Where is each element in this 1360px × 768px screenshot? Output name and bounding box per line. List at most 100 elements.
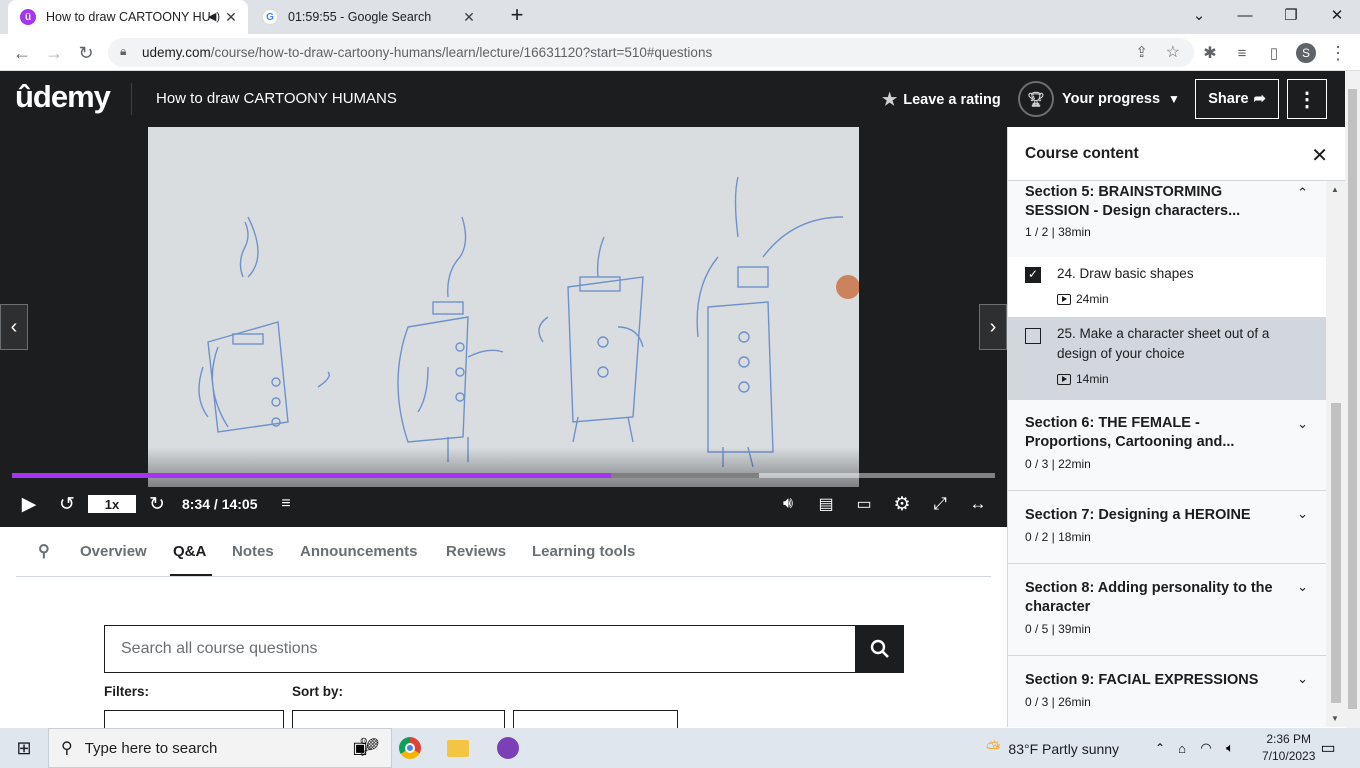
restore-button[interactable]: ❐ bbox=[1268, 0, 1314, 30]
video-icon bbox=[1057, 373, 1071, 385]
video-frame[interactable] bbox=[148, 127, 860, 487]
video-player[interactable]: ‹ › ▶ ↺ 1x ↻ 8:34 / 14:05 ≡ 🔊︎ ▤ ▭ ⚙ ⤢ ↔ bbox=[0, 127, 1007, 527]
scroll-up-icon[interactable]: ▲ bbox=[1331, 185, 1339, 194]
windows-start-icon[interactable]: ⊞ bbox=[12, 736, 36, 760]
sort-label: Sort by: bbox=[292, 684, 344, 699]
add-note-icon[interactable]: ≡ bbox=[274, 492, 298, 516]
udemy-favicon-icon: ü bbox=[20, 9, 36, 25]
lesson-item[interactable]: ✓ 24. Draw basic shapes 24min bbox=[1008, 257, 1326, 317]
search-icon[interactable]: ⚲ bbox=[38, 541, 50, 561]
section-meta: 0 / 2 | 18min bbox=[1025, 530, 1091, 544]
notifications-icon[interactable]: ▭ bbox=[1316, 736, 1340, 760]
course-header: ûdemy How to draw CARTOONY HUMANS ★ Leav… bbox=[0, 71, 1345, 127]
task-view-icon[interactable]: ▣ bbox=[348, 736, 372, 760]
section-5[interactable]: Section 5: BRAINSTORMING SESSION - Desig… bbox=[1008, 181, 1326, 257]
more-options-button[interactable]: ⋮ bbox=[1287, 79, 1327, 119]
chevron-down-icon[interactable]: ⌄ bbox=[1297, 416, 1308, 432]
taskbar-search[interactable]: ⚲ Type here to search 🎾︎ bbox=[48, 728, 392, 768]
minimize-button[interactable]: — bbox=[1222, 0, 1268, 30]
qa-search-form: Search all course questions bbox=[104, 625, 904, 673]
tab-learning-tools[interactable]: Learning tools bbox=[532, 543, 635, 560]
share-page-icon[interactable]: ⇪ bbox=[1135, 43, 1148, 61]
side-panel-icon[interactable]: ▯ bbox=[1260, 39, 1288, 67]
section-6[interactable]: Section 6: THE FEMALE - Proportions, Car… bbox=[1008, 399, 1326, 491]
qa-search-input[interactable]: Search all course questions bbox=[104, 625, 856, 673]
new-tab-button[interactable]: + bbox=[494, 0, 540, 30]
play-icon[interactable]: ▶ bbox=[18, 492, 40, 516]
tab-announcements[interactable]: Announcements bbox=[300, 543, 418, 560]
audio-playing-icon[interactable]: ◀) bbox=[208, 10, 220, 23]
chevron-down-icon[interactable]: ⌄ bbox=[1297, 506, 1308, 522]
player-controls: ▶ ↺ 1x ↻ 8:34 / 14:05 ≡ 🔊︎ ▤ ▭ ⚙ ⤢ ↔ bbox=[0, 487, 1007, 521]
file-explorer-icon[interactable] bbox=[446, 736, 470, 760]
your-progress-button[interactable]: 🏆︎ Your progress ▼ bbox=[1018, 81, 1180, 117]
qa-search-button[interactable] bbox=[856, 625, 904, 673]
section-title: Section 5: BRAINSTORMING SESSION - Desig… bbox=[1025, 184, 1241, 219]
close-icon[interactable]: ✕ bbox=[1311, 143, 1328, 168]
chevron-up-icon[interactable]: ⌃ bbox=[1297, 185, 1308, 201]
share-arrow-icon: ➦ bbox=[1253, 91, 1266, 107]
section-9[interactable]: Section 9: FACIAL EXPRESSIONS 0 / 3 | 26… bbox=[1008, 656, 1326, 727]
tab-notes[interactable]: Notes bbox=[232, 543, 274, 560]
sidebar-scrollbar[interactable]: ▲ ▼ bbox=[1326, 181, 1345, 727]
course-title[interactable]: How to draw CARTOONY HUMANS bbox=[156, 90, 397, 107]
settings-gear-icon[interactable]: ⚙ bbox=[890, 492, 914, 516]
close-tab-icon[interactable]: ✕ bbox=[460, 8, 478, 26]
browser-tab-google[interactable]: G 01:59:55 - Google Search ✕ bbox=[250, 0, 486, 34]
section-8[interactable]: Section 8: Adding personality to the cha… bbox=[1008, 564, 1326, 656]
chevron-down-icon[interactable]: ⌄ bbox=[1297, 671, 1308, 687]
lesson-item-current[interactable]: 25. Make a character sheet out of a desi… bbox=[1008, 317, 1326, 399]
google-favicon-icon: G bbox=[262, 9, 278, 25]
next-lecture-button[interactable]: › bbox=[979, 304, 1007, 350]
system-clock[interactable]: 2:36 PM 7/10/2023 bbox=[1262, 731, 1315, 765]
network-icon[interactable]: ⌂ bbox=[1170, 736, 1194, 760]
github-desktop-icon[interactable] bbox=[496, 736, 520, 760]
fullscreen-icon[interactable]: ⤢ bbox=[928, 492, 952, 516]
reload-button[interactable]: ↻ bbox=[72, 39, 100, 67]
reading-list-icon[interactable]: ≡ bbox=[1228, 39, 1256, 67]
seek-bar[interactable] bbox=[12, 473, 995, 478]
video-icon bbox=[1057, 293, 1071, 305]
tab-reviews[interactable]: Reviews bbox=[446, 543, 506, 560]
wifi-icon[interactable]: ◠ bbox=[1194, 736, 1218, 760]
captions-icon[interactable]: ▭ bbox=[852, 492, 876, 516]
close-window-button[interactable]: ✕ bbox=[1314, 0, 1360, 30]
browser-tab-strip: ü How to draw CARTOONY HU ◀) ✕ G 01:59:5… bbox=[0, 0, 1360, 34]
sidebar-scrollbar-thumb[interactable] bbox=[1331, 403, 1341, 703]
extensions-icon[interactable]: ✱ bbox=[1196, 39, 1224, 67]
page-scrollbar-thumb[interactable] bbox=[1348, 89, 1357, 709]
section-7[interactable]: Section 7: Designing a HEROINE 0 / 2 | 1… bbox=[1008, 491, 1326, 564]
search-icon bbox=[870, 639, 889, 658]
bookmark-star-icon[interactable]: ☆ bbox=[1166, 42, 1180, 62]
close-tab-icon[interactable]: ✕ bbox=[222, 8, 240, 26]
browser-tab-udemy[interactable]: ü How to draw CARTOONY HU ◀) ✕ bbox=[8, 0, 248, 34]
lesson-checkbox[interactable] bbox=[1025, 328, 1041, 344]
browser-menu-icon[interactable]: ⋮ bbox=[1324, 39, 1352, 67]
forward-5s-icon[interactable]: ↻ bbox=[145, 492, 169, 516]
scroll-down-icon[interactable]: ▼ bbox=[1331, 714, 1339, 723]
chevron-up-icon[interactable]: ⌃ bbox=[1148, 736, 1172, 760]
lesson-checkbox[interactable]: ✓ bbox=[1025, 267, 1041, 283]
chevron-down-icon[interactable]: ⌄ bbox=[1297, 579, 1308, 595]
playback-speed-button[interactable]: 1x bbox=[88, 495, 136, 513]
rewind-5s-icon[interactable]: ↺ bbox=[55, 492, 79, 516]
forward-button[interactable]: → bbox=[40, 39, 68, 67]
previous-lecture-button[interactable]: ‹ bbox=[0, 304, 28, 350]
omnibox[interactable]: 🔒︎ udemy.com/course/how-to-draw-cartoony… bbox=[108, 38, 1194, 67]
volume-icon[interactable]: 🔊︎ bbox=[776, 492, 800, 516]
udemy-logo[interactable]: ûdemy bbox=[15, 79, 111, 115]
tab-qa[interactable]: Q&A bbox=[173, 543, 206, 560]
tab-search-icon[interactable]: ⌄ bbox=[1176, 0, 1222, 30]
speaker-icon[interactable]: 🔈︎ bbox=[1218, 736, 1242, 760]
chrome-icon[interactable] bbox=[398, 736, 422, 760]
page-scrollbar[interactable] bbox=[1345, 71, 1360, 728]
weather-widget[interactable]: ⛅︎ 83°F Partly sunny bbox=[986, 738, 1119, 759]
back-button[interactable]: ← bbox=[8, 39, 36, 67]
share-button[interactable]: Share ➦ bbox=[1195, 79, 1279, 119]
profile-avatar[interactable]: S bbox=[1292, 39, 1320, 67]
expand-view-icon[interactable]: ↔ bbox=[966, 492, 990, 516]
section-title: Section 9: FACIAL EXPRESSIONS bbox=[1025, 672, 1259, 688]
leave-rating-button[interactable]: ★ Leave a rating bbox=[882, 90, 1001, 110]
transcript-icon[interactable]: ▤ bbox=[814, 492, 838, 516]
tab-overview[interactable]: Overview bbox=[80, 543, 147, 560]
